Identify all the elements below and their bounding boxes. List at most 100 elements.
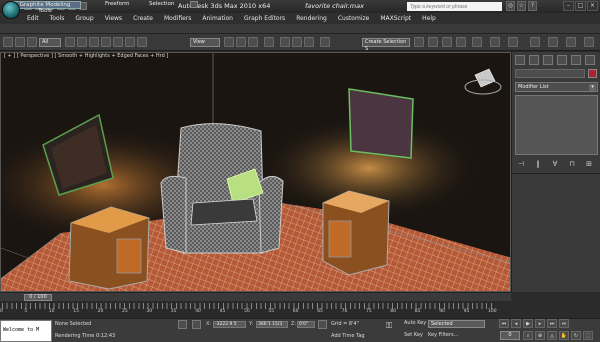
pin-stack-icon[interactable]: ⊣ [517, 160, 525, 168]
layer-manager-icon[interactable] [442, 37, 452, 47]
maximize-viewport-icon[interactable]: ⬚ [583, 331, 593, 340]
link-icon[interactable] [27, 37, 37, 47]
time-slider-handle[interactable]: 0 / 100 [24, 294, 52, 301]
percent-snap-icon[interactable] [292, 37, 302, 47]
render-production-icon[interactable] [566, 37, 576, 47]
star-icon[interactable]: ☆ [517, 1, 526, 11]
rectangular-selection-icon[interactable] [89, 37, 99, 47]
ribbon-toggle-icon[interactable] [190, 1, 198, 8]
hierarchy-tab-icon[interactable] [543, 55, 553, 65]
menu-tools[interactable]: Tools [50, 15, 65, 22]
absolute-mode-icon[interactable] [192, 320, 201, 329]
render-teapot-icon[interactable] [584, 37, 594, 47]
align-icon[interactable] [428, 37, 438, 47]
play-icon[interactable]: ▶ [523, 319, 533, 328]
viewport-label[interactable]: [ + ] [ Perspective ] [ Smooth + Highlig… [4, 53, 168, 59]
edit-named-selection-icon[interactable] [320, 37, 330, 47]
go-to-start-icon[interactable]: ⏮ [499, 319, 509, 328]
select-manipulate-icon[interactable] [236, 37, 246, 47]
minimize-icon[interactable]: – [563, 1, 574, 11]
graphite-toggle-icon[interactable] [456, 37, 466, 47]
key-mode-dropdown[interactable]: Selected [428, 320, 485, 328]
menu-animation[interactable]: Animation [202, 15, 233, 22]
undo-icon[interactable] [3, 37, 13, 47]
utilities-tab-icon[interactable] [585, 55, 595, 65]
next-frame-icon[interactable]: ▸ [535, 319, 545, 328]
key-icon[interactable]: ⚿ [386, 322, 395, 331]
z-coordinate-field[interactable]: 0'0" [297, 321, 315, 328]
y-coordinate-field[interactable]: 366'1 15/3 [256, 321, 288, 328]
time-slider[interactable]: 0 / 100 [0, 292, 511, 301]
curve-editor-icon[interactable] [472, 37, 482, 47]
set-key-button[interactable]: Set Key [404, 332, 423, 338]
current-frame-field[interactable]: 0 [500, 331, 520, 340]
render-setup-icon[interactable] [530, 37, 540, 47]
menu-create[interactable]: Create [133, 15, 153, 22]
motion-tab-icon[interactable] [557, 55, 567, 65]
zoom-all-icon[interactable]: ⊕ [535, 331, 545, 340]
close-icon[interactable]: × [587, 1, 598, 11]
field-of-view-icon[interactable]: ◬ [547, 331, 557, 340]
x-coordinate-field[interactable]: -3222.9 5 [213, 321, 246, 328]
configure-modifier-sets-icon[interactable]: ⊞ [585, 160, 593, 168]
auto-key-button[interactable]: Auto Key [404, 320, 426, 326]
orbit-icon[interactable]: ↻ [571, 331, 581, 340]
create-tab-icon[interactable] [515, 55, 525, 65]
menu-maxscript[interactable]: MAXScript [380, 15, 411, 22]
remove-modifier-icon[interactable]: ⊓ [568, 160, 576, 168]
keyboard-shortcut-override-icon[interactable] [248, 37, 258, 47]
menu-customize[interactable]: Customize [338, 15, 370, 22]
window-crossing-icon[interactable] [101, 37, 111, 47]
schematic-view-icon[interactable] [490, 37, 500, 47]
maximize-icon[interactable]: □ [575, 1, 586, 11]
binoculars-icon[interactable]: ◎ [506, 1, 515, 11]
mirror-icon[interactable] [414, 37, 424, 47]
rendered-frame-window-icon[interactable] [548, 37, 558, 47]
tab-freeform[interactable]: Freeform [102, 1, 133, 9]
lock-selection-icon[interactable] [178, 320, 187, 329]
add-time-tag[interactable]: Add Time Tag [331, 333, 365, 339]
reference-coordinate-dropdown[interactable]: View [190, 38, 220, 47]
object-name-field[interactable] [515, 69, 585, 78]
modifier-stack[interactable] [515, 95, 598, 155]
display-tab-icon[interactable] [571, 55, 581, 65]
menu-group[interactable]: Group [75, 15, 93, 22]
maxscript-listener[interactable]: Welcome to M [0, 320, 52, 342]
modify-tab-icon[interactable] [529, 55, 539, 65]
select-object-icon[interactable] [65, 37, 75, 47]
move-icon[interactable] [113, 37, 123, 47]
make-unique-icon[interactable]: ∀ [551, 160, 559, 168]
redo-icon[interactable] [15, 37, 25, 47]
menu-rendering[interactable]: Rendering [296, 15, 327, 22]
object-color-swatch[interactable] [588, 69, 597, 78]
previous-frame-icon[interactable]: ◂ [511, 319, 521, 328]
zoom-icon[interactable]: ⌕ [523, 331, 533, 340]
spinner-snap-icon[interactable] [304, 37, 314, 47]
tab-selection[interactable]: Selection [146, 1, 177, 9]
pan-icon[interactable]: ✋ [559, 331, 569, 340]
isolate-selection-icon[interactable] [318, 320, 327, 329]
snap-toggle-icon[interactable] [264, 37, 274, 47]
material-editor-icon[interactable] [508, 37, 518, 47]
help-icon[interactable]: ? [528, 1, 537, 11]
rotate-icon[interactable] [125, 37, 135, 47]
menu-graph-editors[interactable]: Graph Editors [244, 15, 285, 22]
menu-help[interactable]: Help [422, 15, 436, 22]
go-to-end-icon[interactable]: ⏭ [547, 319, 557, 328]
menu-edit[interactable]: Edit [27, 15, 39, 22]
angle-snap-icon[interactable] [280, 37, 290, 47]
pivot-center-icon[interactable] [224, 37, 234, 47]
scale-icon[interactable] [137, 37, 147, 47]
key-mode-toggle-icon[interactable]: ⏯ [559, 319, 569, 328]
named-selection-set-dropdown[interactable]: Create Selection S [362, 38, 410, 52]
search-input[interactable] [407, 2, 502, 11]
modifier-list-dropdown[interactable]: Modifier List ▾ [515, 82, 598, 92]
menu-views[interactable]: Views [105, 15, 122, 22]
select-by-name-icon[interactable] [77, 37, 87, 47]
selection-filter-dropdown[interactable]: All [39, 38, 61, 47]
key-filters-button[interactable]: Key Filters... [428, 332, 458, 338]
show-end-result-icon[interactable]: ‖ [534, 160, 542, 168]
menu-modifiers[interactable]: Modifiers [164, 15, 191, 22]
application-menu-button[interactable] [2, 1, 20, 19]
perspective-viewport[interactable] [0, 52, 511, 292]
